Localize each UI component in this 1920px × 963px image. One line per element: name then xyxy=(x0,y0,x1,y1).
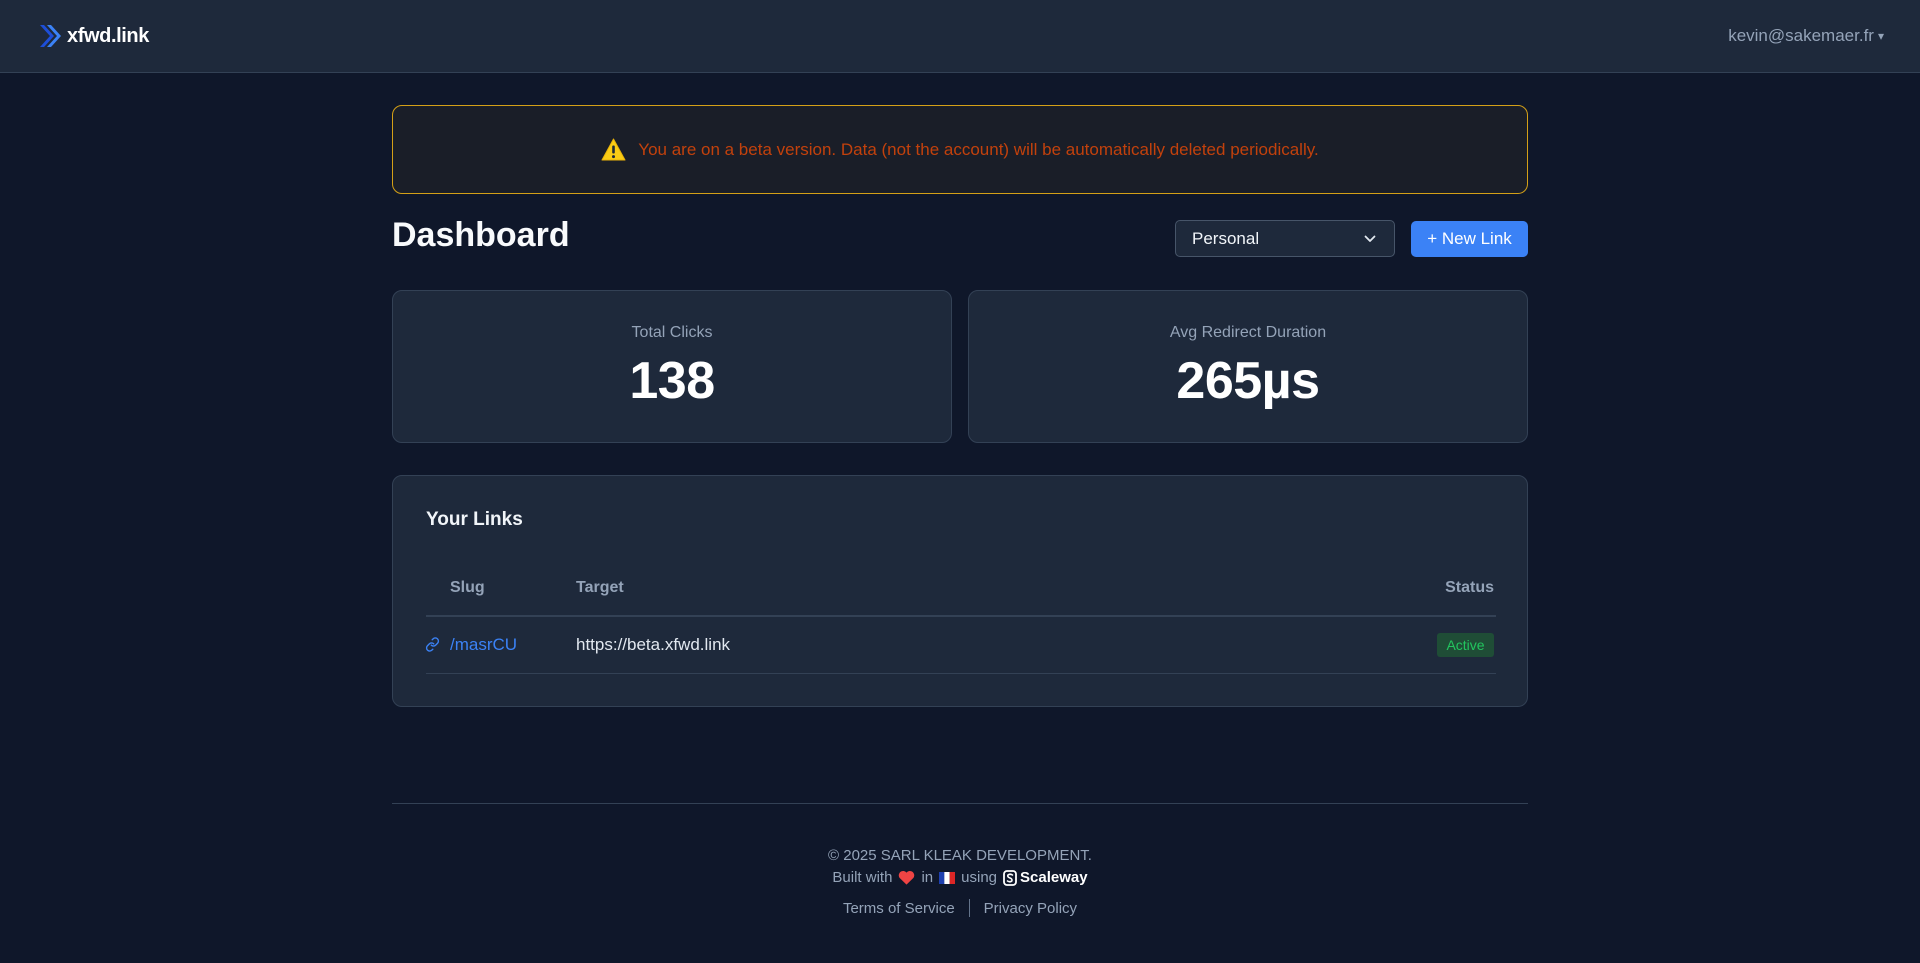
new-link-button[interactable]: + New Link xyxy=(1411,221,1528,257)
workspace-select[interactable]: Personal xyxy=(1175,220,1395,257)
table-header-divider xyxy=(426,615,1496,617)
stat-label: Avg Redirect Duration xyxy=(1169,324,1327,341)
target-url: https://beta.xfwd.link xyxy=(576,635,731,654)
chevron-down-icon xyxy=(1364,235,1376,242)
built-with-text: Built with xyxy=(832,869,893,886)
top-navbar: xfwd.link kevin@sakemaer.fr ▾ xyxy=(0,0,1920,73)
copyright-text: © 2025 SARL KLEAK DEVELOPMENT. xyxy=(828,847,1092,864)
built-with-line: Built with in using Scaleway xyxy=(0,869,1920,886)
workspace-select-value: Personal xyxy=(1192,228,1260,248)
beta-warning-banner: You are on a beta version. Data (not the… xyxy=(392,105,1528,194)
column-header-target: Target xyxy=(576,579,624,596)
scaleway-logo: Scaleway xyxy=(1003,869,1088,886)
link-icon xyxy=(425,637,440,652)
privacy-policy-link[interactable]: Privacy Policy xyxy=(984,900,1077,917)
scaleway-name: Scaleway xyxy=(1020,869,1088,886)
user-email: kevin@sakemaer.fr xyxy=(1728,26,1874,45)
brand-name: xfwd.link xyxy=(67,24,149,47)
stat-value: 265µs xyxy=(1176,352,1320,410)
legal-separator xyxy=(968,899,970,917)
scaleway-icon xyxy=(1003,869,1017,886)
stat-value: 138 xyxy=(629,352,715,410)
warning-icon xyxy=(601,138,626,161)
links-card-title: Your Links xyxy=(426,509,523,530)
forward-chevrons-icon xyxy=(40,25,61,47)
chevron-down-icon: ▾ xyxy=(1877,29,1884,43)
using-text: using xyxy=(961,869,997,886)
table-row-divider xyxy=(426,673,1496,674)
stat-label: Total Clicks xyxy=(631,324,713,341)
links-card: Your Links Slug Target Status /masrCU ht… xyxy=(392,475,1528,707)
legal-links: Terms of Service Privacy Policy xyxy=(0,899,1920,917)
total-clicks-card: Total Clicks 138 xyxy=(392,290,952,443)
heart-icon xyxy=(899,870,915,885)
status-badge: Active xyxy=(1437,633,1494,657)
column-header-status: Status xyxy=(1445,579,1494,596)
terms-of-service-link[interactable]: Terms of Service xyxy=(843,900,955,917)
brand-logo-link[interactable]: xfwd.link xyxy=(39,22,149,50)
user-menu[interactable]: kevin@sakemaer.fr ▾ xyxy=(1728,26,1884,46)
column-header-slug: Slug xyxy=(450,579,485,596)
in-text: in xyxy=(921,869,934,886)
beta-warning-text: You are on a beta version. Data (not the… xyxy=(638,139,1319,159)
footer-divider xyxy=(392,803,1528,804)
avg-redirect-duration-card: Avg Redirect Duration 265µs xyxy=(968,290,1528,443)
page-title: Dashboard xyxy=(392,216,570,254)
slug-link[interactable]: /masrCU xyxy=(450,635,517,655)
france-flag-icon xyxy=(939,871,956,884)
